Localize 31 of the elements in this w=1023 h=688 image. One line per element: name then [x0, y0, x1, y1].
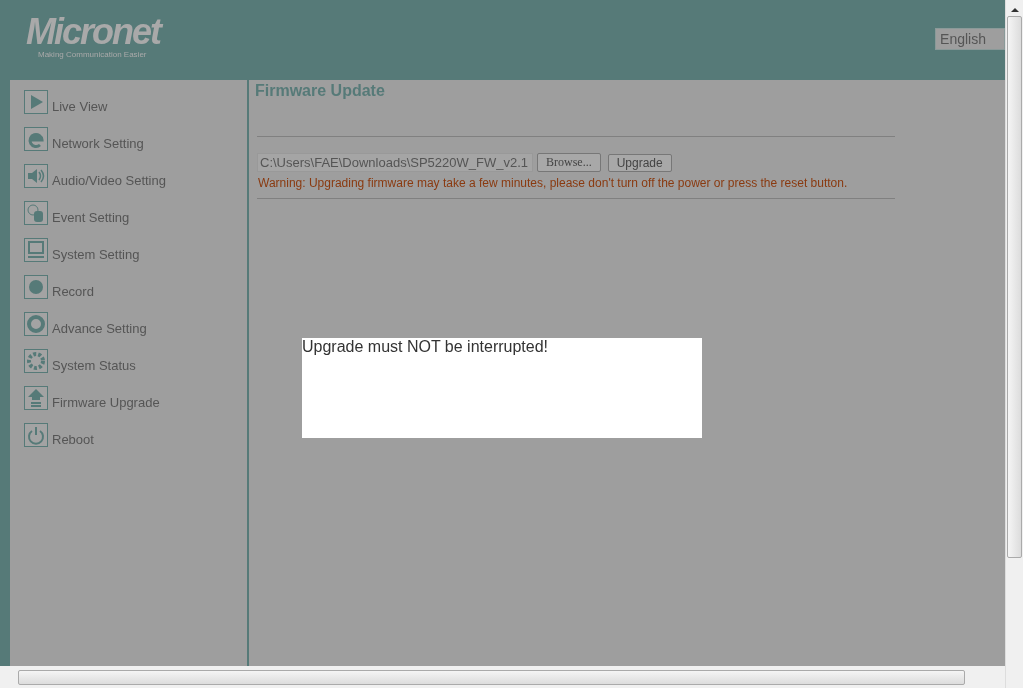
- sidebar-item[interactable]: System Setting: [24, 238, 247, 262]
- sidebar-item[interactable]: Audio/Video Setting: [24, 164, 247, 188]
- menu-item-icon: [24, 312, 48, 336]
- sidebar-item[interactable]: Network Setting: [24, 127, 247, 151]
- sidebar-item[interactable]: Firmware Upgrade: [24, 386, 247, 410]
- menu-item-icon: [24, 386, 48, 410]
- upgrade-button[interactable]: Upgrade: [607, 153, 672, 172]
- menu-item-icon: [24, 164, 48, 188]
- vertical-scrollbar[interactable]: [1005, 0, 1023, 688]
- menu-item-icon: [24, 90, 48, 114]
- menu-item-icon: [24, 349, 48, 373]
- horizontal-scrollbar[interactable]: [0, 666, 1005, 688]
- language-select[interactable]: English: [935, 28, 1005, 50]
- tagline: Making Communication Easier: [37, 50, 148, 59]
- warning-text: Warning: Upgrading firmware may take a few minutes, please don't turn off the power or press the reset button.: [258, 176, 849, 190]
- browse-button[interactable]: Browse...: [537, 153, 601, 172]
- menu-item-icon: [24, 238, 48, 262]
- file-path-field[interactable]: C:\Users\FAE\Downloads\SP5220W_FW_v2.1: [257, 153, 533, 172]
- menu-item-icon: [24, 201, 48, 225]
- sidebar-item[interactable]: Record: [24, 275, 247, 299]
- sidebar-item[interactable]: Advance Setting: [24, 312, 247, 336]
- scroll-up-arrow-icon[interactable]: [1010, 6, 1019, 14]
- sidebar-item[interactable]: Event Setting: [24, 201, 247, 225]
- dialog-message: Upgrade must NOT be interrupted!: [302, 338, 549, 355]
- menu-item-icon: [24, 423, 48, 447]
- sidebar-item[interactable]: Reboot: [24, 423, 247, 447]
- menu-item-icon: [24, 127, 48, 151]
- sidebar-item[interactable]: System Status: [24, 349, 247, 373]
- page-title: Firmware Update: [255, 82, 386, 100]
- menu-item-icon: [24, 275, 48, 299]
- sidebar-item[interactable]: Live View: [24, 90, 247, 114]
